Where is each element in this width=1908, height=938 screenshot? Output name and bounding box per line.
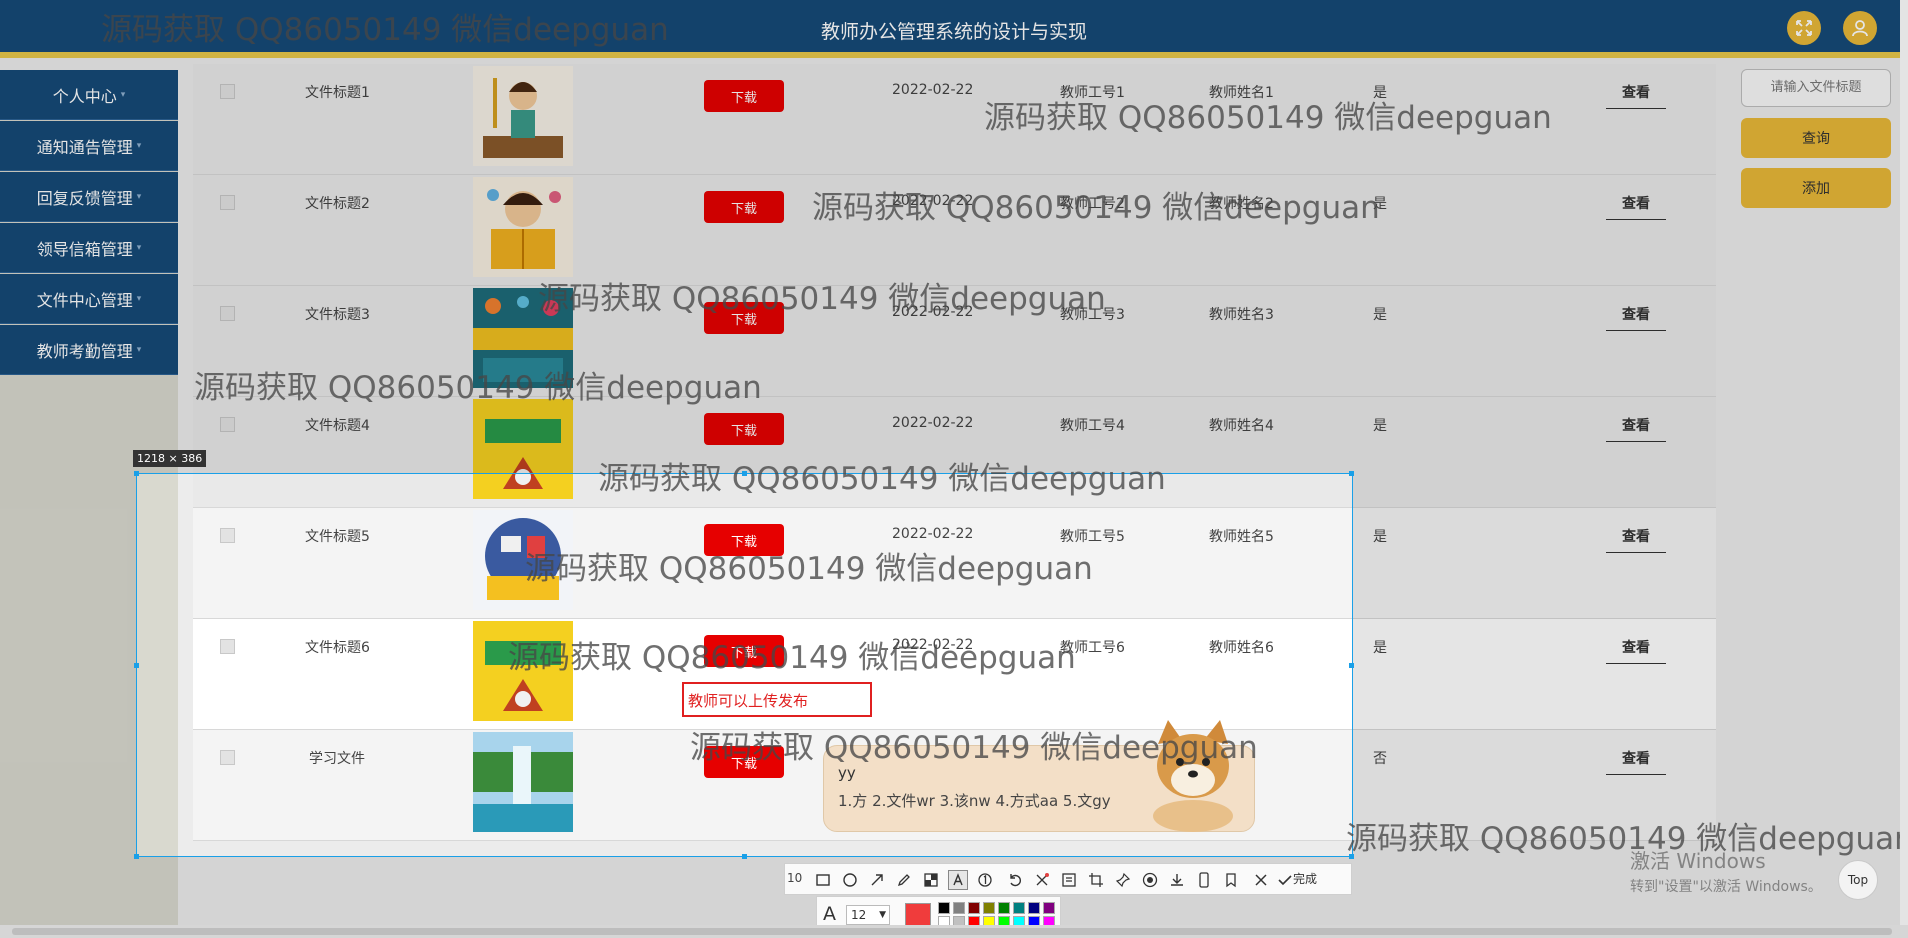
arrow-tool[interactable] (867, 870, 887, 890)
activation-subtitle: 转到"设置"以激活 Windows。 (1630, 879, 1822, 895)
ocr-icon (1062, 873, 1076, 887)
color-swatch[interactable] (998, 902, 1010, 914)
done-button[interactable]: 完成 (1293, 870, 1317, 887)
resize-handle[interactable] (1349, 663, 1354, 668)
color-swatch[interactable] (968, 902, 980, 914)
windows-activation-notice: 激活 Windows 转到"设置"以激活 Windows。 (1630, 845, 1822, 896)
watermark-text: 源码获取 QQ86050149 微信deepguan (194, 370, 762, 406)
horizontal-scrollbar[interactable] (0, 925, 1908, 938)
record-tool[interactable] (1140, 870, 1160, 890)
resize-handle[interactable] (742, 854, 747, 859)
number-tool[interactable] (975, 870, 995, 890)
ime-candidates[interactable]: 1.方 2.文件wr 3.该nw 4.方式aa 5.文gy (838, 790, 1111, 811)
color-swatch[interactable] (1043, 902, 1055, 914)
crop-icon (1089, 873, 1103, 887)
check-icon (1278, 875, 1292, 886)
rectangle-icon (816, 874, 830, 886)
mosaic-tool[interactable] (921, 870, 941, 890)
stroke-size-value[interactable]: 10 (787, 871, 802, 885)
watermark-text: 源码获取 QQ86050149 微信deepguan (101, 12, 669, 48)
annotation-text-box[interactable]: 教师可以上传发布 (682, 682, 872, 717)
dim-overlay (0, 473, 136, 857)
capture-tool[interactable] (1086, 870, 1106, 890)
color-swatch[interactable] (1028, 902, 1040, 914)
font-icon: A (823, 903, 836, 925)
back-to-top-button[interactable]: Top (1838, 860, 1878, 900)
long-screenshot-tool[interactable] (1032, 870, 1052, 890)
phone-icon (1199, 872, 1209, 888)
activation-title: 激活 Windows (1630, 849, 1766, 873)
watermark-text: 源码获取 QQ86050149 微信deepguan (1346, 821, 1908, 857)
mosaic-icon (924, 873, 938, 887)
text-icon (953, 873, 963, 886)
watermark-text: 源码获取 QQ86050149 微信deepguan (525, 551, 1093, 587)
watermark-text: 源码获取 QQ86050149 微信deepguan (690, 730, 1258, 766)
watermark-text: 源码获取 QQ86050149 微信deepguan (508, 640, 1076, 676)
pen-tool[interactable] (894, 870, 914, 890)
vertical-scrollbar[interactable] (1900, 0, 1908, 925)
close-icon (1255, 874, 1267, 886)
download-icon (1171, 874, 1183, 886)
color-swatch[interactable] (953, 902, 965, 914)
confirm-tool[interactable] (1275, 870, 1295, 890)
watermark-text: 源码获取 QQ86050149 微信deepguan (538, 281, 1106, 317)
scrollbar-thumb[interactable] (12, 928, 1892, 935)
selection-size-label: 1218 × 386 (133, 450, 207, 467)
color-swatch[interactable] (938, 902, 950, 914)
ellipse-icon (843, 873, 857, 887)
long-screenshot-icon (1036, 873, 1049, 886)
watermark-text: 源码获取 QQ86050149 微信deepguan (984, 100, 1552, 136)
undo-icon (1010, 874, 1021, 887)
resize-handle[interactable] (134, 854, 139, 859)
dim-overlay (1353, 473, 1908, 857)
watermark-text: 源码获取 QQ86050149 微信deepguan (812, 190, 1380, 226)
ellipse-tool[interactable] (840, 870, 860, 890)
pen-icon (897, 874, 910, 887)
chevron-down-icon: ▼ (879, 910, 886, 920)
resize-handle[interactable] (134, 471, 139, 476)
pin-tool[interactable] (1113, 870, 1133, 890)
resize-handle[interactable] (1349, 471, 1354, 476)
save-tool[interactable] (1167, 870, 1187, 890)
favorite-tool[interactable] (1221, 870, 1241, 890)
rectangle-tool[interactable] (813, 870, 833, 890)
phone-tool[interactable] (1194, 870, 1214, 890)
resize-handle[interactable] (134, 663, 139, 668)
color-swatch[interactable] (983, 902, 995, 914)
bookmark-icon (1226, 873, 1236, 888)
ocr-tool[interactable] (1059, 870, 1079, 890)
annotation-toolbar: 10 完成 (784, 863, 1352, 895)
color-swatch[interactable] (1013, 902, 1025, 914)
cancel-tool[interactable] (1251, 870, 1271, 890)
pin-icon (1115, 872, 1131, 888)
arrow-icon (871, 874, 883, 886)
watermark-text: 源码获取 QQ86050149 微信deepguan (598, 461, 1166, 497)
text-tool[interactable] (948, 870, 968, 890)
number-icon (978, 873, 992, 887)
font-size-value: 12 (851, 908, 867, 922)
undo-tool[interactable] (1005, 870, 1025, 890)
font-size-select[interactable]: 12 ▼ (846, 905, 890, 925)
record-icon (1142, 872, 1158, 888)
